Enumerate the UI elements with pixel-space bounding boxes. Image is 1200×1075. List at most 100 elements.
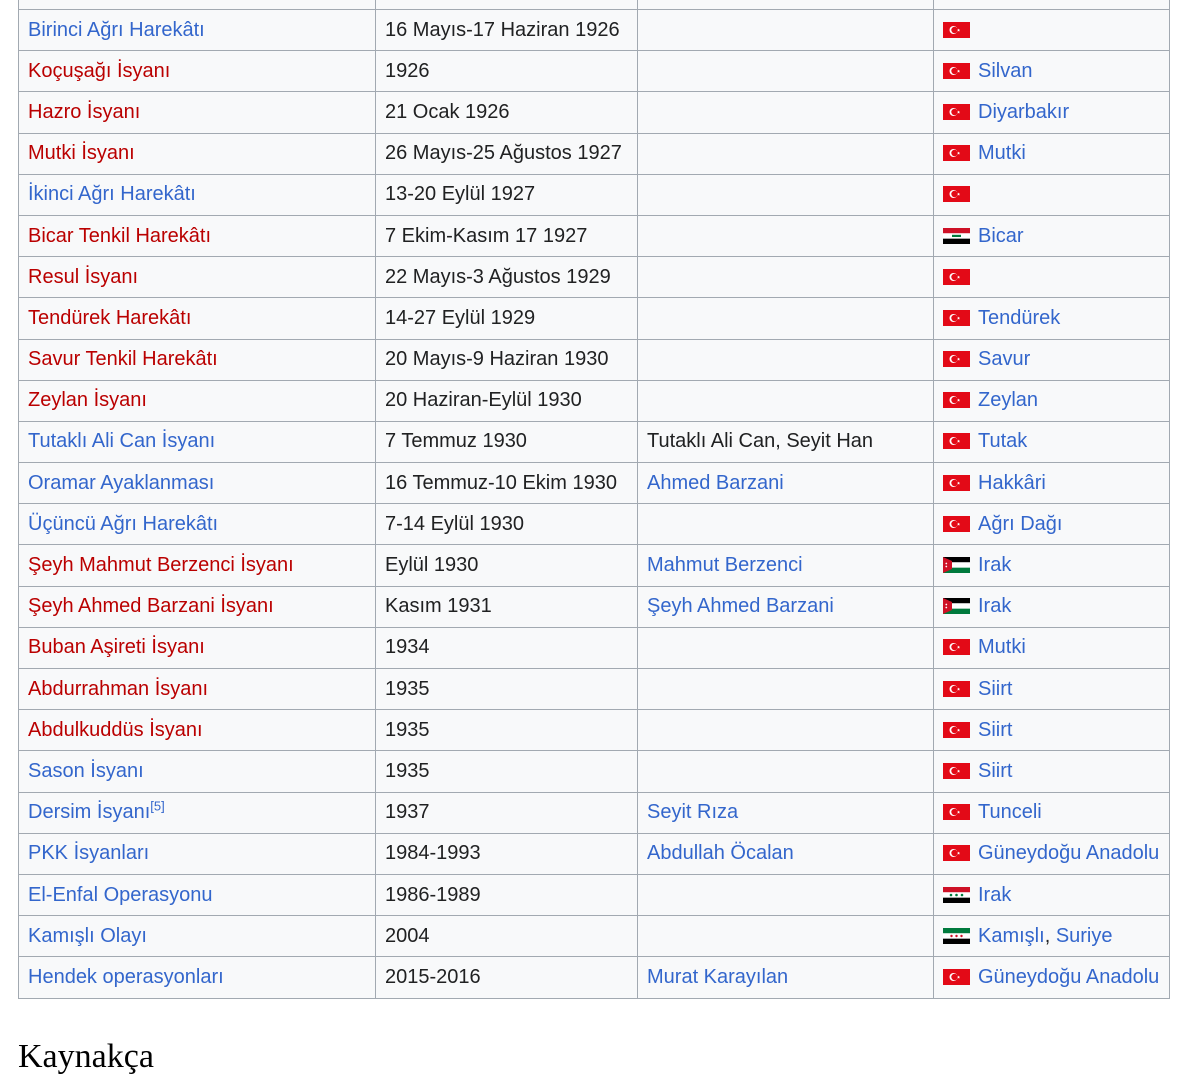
location-link[interactable]: Tunceli	[978, 801, 1042, 823]
event-name-cell: Hendek operasyonları	[18, 956, 376, 999]
table-row: Sason İsyanı 1935 Siirt	[18, 750, 1170, 793]
event-date: 1935	[385, 718, 430, 741]
event-name-cell: Abdulkuddüs İsyanı	[18, 709, 376, 752]
stub-cell	[375, 0, 638, 10]
leader-link[interactable]: Abdullah Öcalan	[647, 842, 794, 864]
event-name-link[interactable]: Hazro İsyanı	[28, 101, 140, 123]
location-cell: Diyarbakır	[933, 91, 1170, 134]
event-name-link[interactable]: Oramar Ayaklanması	[28, 472, 214, 494]
event-date-cell: 1926	[375, 50, 638, 93]
location-link[interactable]: Güneydoğu Anadolu	[978, 966, 1159, 988]
event-name-cell: Birinci Ağrı Harekâtı	[18, 8, 376, 52]
location-link[interactable]: Savur	[978, 348, 1030, 370]
leader-link[interactable]: Ahmed Barzani	[647, 472, 784, 494]
event-date: 26 Mayıs-25 Ağustos 1927	[385, 142, 622, 165]
location-link[interactable]: Kamışlı	[978, 925, 1045, 947]
event-name-link[interactable]: Sason İsyanı	[28, 760, 144, 782]
location-link[interactable]: Bicar	[978, 225, 1024, 247]
event-name-link[interactable]: Abdurrahman İsyanı	[28, 678, 208, 700]
leader-text: Tutaklı Ali Can, Seyit Han	[647, 430, 874, 453]
revolts-table: Birinci Ağrı Harekâtı 16 Mayıs-17 Haziran…	[18, 0, 1170, 999]
event-name-link[interactable]: İkinci Ağrı Harekâtı	[28, 183, 196, 205]
location-link[interactable]: Ağrı Dağı	[978, 513, 1062, 535]
location-link[interactable]: Irak	[978, 554, 1011, 576]
turkey-flag	[943, 145, 970, 162]
location-link[interactable]: Siirt	[978, 719, 1012, 741]
event-date: 16 Temmuz-10 Ekim 1930	[385, 471, 617, 494]
table-row: Üçüncü Ağrı Harekâtı 7-14 Eylül 1930 Ağrı …	[18, 503, 1170, 546]
table-row: PKK İsyanları 1984-1993 Abdullah Öcalan Gün…	[18, 832, 1170, 875]
citation-link[interactable]: [5]	[150, 799, 164, 814]
location-cell: Irak	[933, 544, 1170, 587]
location-cell: Güneydoğu Anadolu	[933, 956, 1170, 999]
leader-cell	[637, 8, 934, 52]
event-name-link[interactable]: PKK İsyanları	[28, 842, 149, 864]
event-name-link[interactable]: Üçüncü Ağrı Harekâtı	[28, 513, 218, 535]
event-name-link[interactable]: Hendek operasyonları	[28, 966, 224, 988]
turkey-flag	[943, 62, 970, 79]
leader-link[interactable]: Seyit Rıza	[647, 801, 738, 823]
turkey-flag	[943, 351, 970, 368]
event-name-link[interactable]: Tutaklı Ali Can İsyanı	[28, 430, 215, 452]
leader-link[interactable]: Şeyh Ahmed Barzani	[647, 595, 834, 617]
leader-link[interactable]: Mahmut Berzenci	[647, 554, 803, 576]
stub-cell	[18, 0, 376, 10]
event-date-cell: 14-27 Eylül 1929	[375, 297, 638, 340]
location-link[interactable]: Irak	[978, 884, 1011, 906]
event-name-cell: Tutaklı Ali Can İsyanı	[18, 420, 376, 464]
turkey-flag	[943, 968, 970, 985]
event-name-cell: Hazro İsyanı	[18, 91, 376, 134]
turkey-flag	[943, 515, 970, 532]
event-name-link[interactable]: Koçuşağı İsyanı	[28, 60, 170, 82]
table-row: Zeylan İsyanı 20 Haziran-Eylül 1930 Zeylan	[18, 379, 1170, 422]
event-name-link[interactable]: Resul İsyanı	[28, 266, 138, 288]
table-row: Koçuşağı İsyanı 1926 Silvan	[18, 50, 1170, 93]
event-date-cell: Eylül 1930	[375, 544, 638, 587]
location-link[interactable]: Mutki	[978, 636, 1026, 658]
event-date-cell: 1935	[375, 709, 638, 752]
event-date: 20 Mayıs-9 Haziran 1930	[385, 348, 609, 371]
event-name-cell: Mutki İsyanı	[18, 132, 376, 175]
event-date-cell: 16 Mayıs-17 Haziran 1926	[375, 8, 638, 52]
location-link[interactable]: Diyarbakır	[978, 101, 1069, 123]
event-name-link[interactable]: Mutki İsyanı	[28, 142, 135, 164]
location-link[interactable]: Tutak	[978, 430, 1027, 452]
location-link[interactable]: Siirt	[978, 678, 1012, 700]
leader-cell	[637, 132, 934, 175]
turkey-flag	[943, 268, 970, 285]
table-row: Tutaklı Ali Can İsyanı 7 Temmuz 1930 Tutak…	[18, 420, 1170, 464]
event-date: 1926	[385, 59, 430, 82]
event-name-cell: Koçuşağı İsyanı	[18, 50, 376, 93]
location-link[interactable]: Güneydoğu Anadolu	[978, 842, 1159, 864]
event-name-link[interactable]: Zeylan İsyanı	[28, 389, 147, 411]
location-link[interactable]: Siirt	[978, 760, 1012, 782]
location-link[interactable]: Irak	[978, 595, 1011, 617]
leader-cell	[637, 297, 934, 340]
event-name-link[interactable]: Abdulkuddüs İsyanı	[28, 719, 203, 741]
event-name-link[interactable]: Şeyh Ahmed Barzani İsyanı	[28, 595, 274, 617]
event-name-cell: Sason İsyanı	[18, 750, 376, 793]
table-row: Tendürek Harekâtı 14-27 Eylül 1929 Tendüre…	[18, 297, 1170, 340]
event-name-link[interactable]: El-Enfal Operasyonu	[28, 884, 213, 906]
location-link[interactable]: Zeylan	[978, 389, 1038, 411]
event-name-link[interactable]: Dersim İsyanı	[28, 801, 150, 823]
event-name-link[interactable]: Kamışlı Olayı	[28, 925, 147, 947]
leader-link[interactable]: Murat Karayılan	[647, 966, 788, 988]
leader-cell	[637, 667, 934, 711]
event-name-link[interactable]: Birinci Ağrı Harekâtı	[28, 19, 205, 41]
event-name-link[interactable]: Şeyh Mahmut Berzenci İsyanı	[28, 554, 294, 576]
stub-cell	[637, 0, 934, 10]
turkey-flag	[943, 762, 970, 779]
event-name-link[interactable]: Buban Aşireti İsyanı	[28, 636, 205, 658]
event-name-link[interactable]: Tendürek Harekâtı	[28, 307, 191, 329]
location-link[interactable]: Hakkâri	[978, 472, 1046, 494]
event-name-link[interactable]: Bicar Tenkil Harekâtı	[28, 225, 211, 247]
event-date-cell: 7-14 Eylül 1930	[375, 503, 638, 546]
location-link[interactable]: Tendürek	[978, 307, 1060, 329]
location-link[interactable]: Silvan	[978, 60, 1032, 82]
location-cell	[933, 173, 1170, 216]
event-name-link[interactable]: Savur Tenkil Harekâtı	[28, 348, 218, 370]
leader-cell	[637, 338, 934, 381]
location-link[interactable]: Suriye	[1056, 925, 1113, 947]
location-link[interactable]: Mutki	[978, 142, 1026, 164]
